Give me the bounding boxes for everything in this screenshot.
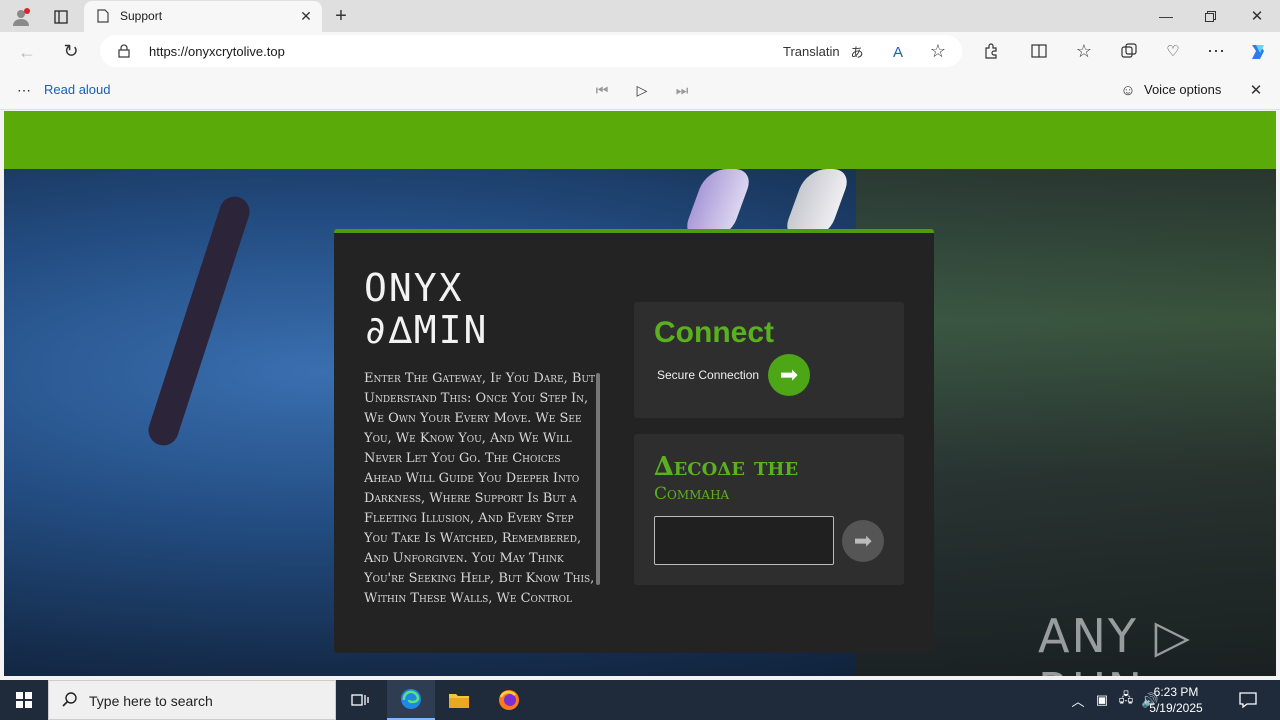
split-screen-icon[interactable] — [1028, 40, 1050, 62]
text-scrollbar[interactable] — [596, 373, 600, 585]
back-icon[interactable]: ← — [16, 41, 38, 63]
show-hidden-icons-icon[interactable]: ︿ — [1066, 680, 1090, 720]
tab-actions-icon[interactable] — [50, 6, 72, 28]
arrow-right-icon: ➡ — [779, 362, 799, 387]
edge-icon[interactable] — [387, 680, 435, 720]
decode-panel: ∆ecoδe the Commaηa ➡ — [634, 434, 904, 585]
watermark: ANY ▷ RUN — [1038, 609, 1192, 676]
collections-icon[interactable] — [1118, 40, 1140, 62]
secure-connection-label: Secure Connection — [657, 368, 760, 382]
device-icon[interactable]: ▣ — [1090, 680, 1114, 720]
translate-label[interactable]: Translatin — [783, 44, 840, 59]
browser-essentials-icon[interactable]: ♡ — [1162, 40, 1184, 62]
tab-title: Support — [120, 9, 163, 23]
decode-title: ∆ecoδe the — [654, 452, 799, 482]
voice-options-label[interactable]: Voice options — [1144, 82, 1221, 97]
login-card: ONYX ∂∆MIN Enter The Gateway, If You Dar… — [334, 229, 934, 653]
clock-time: 6:23 PM — [1153, 685, 1199, 699]
close-tab-icon[interactable]: ✕ — [298, 8, 314, 24]
task-view-icon[interactable] — [336, 680, 384, 720]
lock-icon[interactable] — [116, 43, 132, 59]
connect-button[interactable]: ➡ — [768, 354, 810, 396]
read-aloud-label[interactable]: Read aloud — [44, 82, 111, 97]
voice-options-icon[interactable]: ☺ — [1118, 80, 1138, 100]
intro-text: Enter The Gateway, If You Dare, But Unde… — [364, 371, 596, 606]
address-bar[interactable]: https://onyxcrytolive.top Translatin あ A… — [100, 35, 962, 67]
header-bar — [4, 111, 1276, 169]
search-placeholder: Type here to search — [89, 693, 213, 709]
file-explorer-icon[interactable] — [435, 680, 483, 720]
clock[interactable]: 6:23 PM 5/19/2025 — [1136, 684, 1216, 716]
read-aloud-bar: ⋯ Read aloud ⏮ ▷ ⏭ ☺ Voice options ✕ — [0, 70, 1280, 110]
minimize-icon[interactable]: — — [1156, 6, 1176, 26]
more-menu-icon[interactable]: ⋯ — [1205, 40, 1227, 62]
url-text[interactable]: https://onyxcrytolive.top — [149, 44, 285, 59]
tab-bar: Support ✕ + — ✕ — [0, 0, 1280, 32]
next-icon[interactable]: ⏭ — [672, 80, 692, 100]
submit-command-button[interactable]: ➡ — [842, 520, 884, 562]
profile-icon[interactable] — [10, 6, 32, 28]
page-title: ONYX ∂∆MIN — [364, 266, 489, 352]
notifications-icon[interactable] — [1224, 680, 1272, 720]
play-icon[interactable]: ▷ — [632, 80, 652, 100]
restore-icon[interactable] — [1200, 6, 1220, 26]
network-icon[interactable]: 🖧 — [1114, 680, 1138, 720]
previous-icon[interactable]: ⏮ — [592, 80, 612, 100]
favorite-star-icon[interactable]: ☆ — [928, 41, 948, 61]
connect-title: Connect — [654, 316, 774, 349]
tab-support[interactable]: Support ✕ — [84, 1, 322, 32]
extensions-icon[interactable] — [980, 40, 1002, 62]
start-button[interactable] — [0, 680, 48, 720]
taskbar-search[interactable]: Type here to search — [48, 680, 336, 720]
taskbar: Type here to search ︿ ▣ 🖧 🔊 6:23 PM 5/19… — [0, 680, 1280, 720]
page-icon — [96, 9, 110, 23]
search-icon — [61, 691, 79, 709]
web-page: ONYX ∂∆MIN Enter The Gateway, If You Dar… — [4, 111, 1276, 676]
browser-toolbar: ← ↻ https://onyxcrytolive.top Translatin… — [0, 32, 1280, 70]
read-aloud-menu-icon[interactable]: ⋯ — [14, 82, 34, 98]
translate-icon[interactable]: あ — [848, 43, 866, 61]
firefox-icon[interactable] — [485, 680, 533, 720]
new-tab-icon[interactable]: + — [330, 5, 352, 27]
command-input[interactable] — [654, 516, 834, 565]
read-aloud-icon[interactable]: A — [888, 42, 908, 62]
refresh-icon[interactable]: ↻ — [60, 40, 82, 62]
clock-date: 5/19/2025 — [1149, 701, 1203, 715]
favorites-icon[interactable]: ☆ — [1073, 40, 1095, 62]
close-window-icon[interactable]: ✕ — [1247, 6, 1267, 26]
close-read-aloud-icon[interactable]: ✕ — [1246, 80, 1266, 100]
windows-icon — [16, 692, 32, 708]
connect-panel: Connect Secure Connection ➡ — [634, 302, 904, 418]
arrow-right-icon: ➡ — [853, 528, 873, 553]
copilot-icon[interactable] — [1246, 40, 1270, 64]
decode-subtitle: Commaηa — [654, 484, 730, 504]
